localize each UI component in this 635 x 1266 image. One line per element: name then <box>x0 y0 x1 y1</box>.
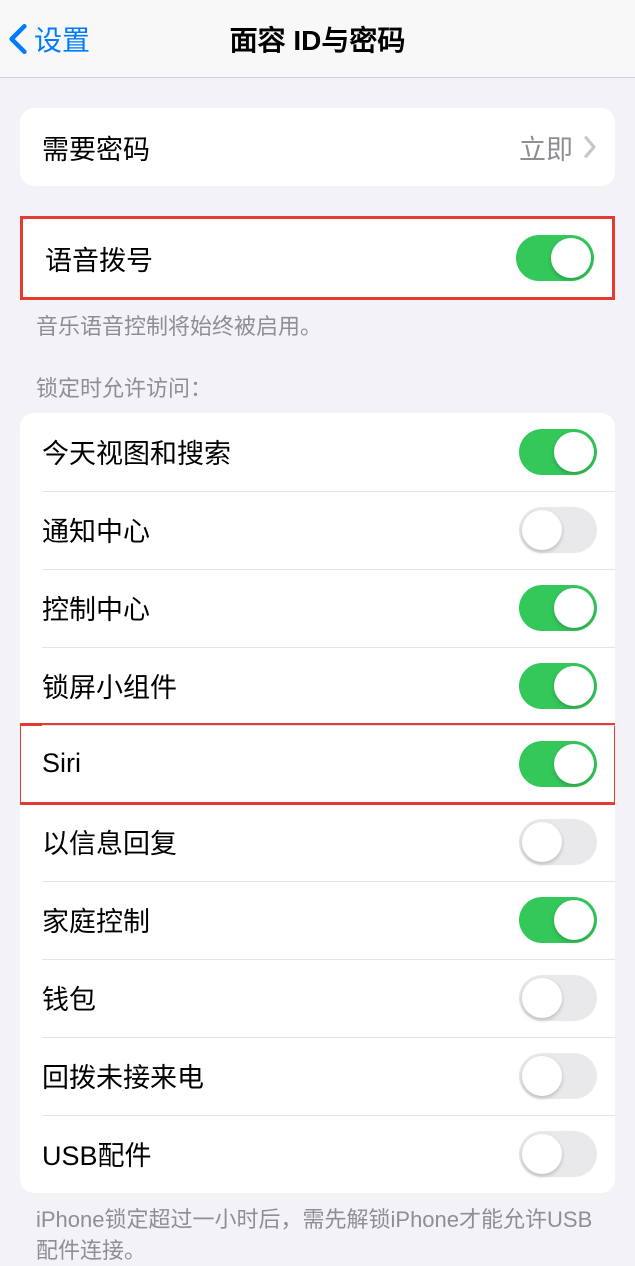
require-passcode-row[interactable]: 需要密码 立即 <box>20 108 615 186</box>
toggle-knob <box>522 1134 562 1174</box>
lock-access-toggle[interactable] <box>519 975 597 1021</box>
lock-access-row: 通知中心 <box>20 491 615 569</box>
lock-access-toggle[interactable] <box>519 507 597 553</box>
lock-access-label: 以信息回复 <box>42 822 519 861</box>
lock-access-label: 钱包 <box>42 978 519 1017</box>
chevron-right-icon <box>583 135 597 159</box>
lock-access-toggle[interactable] <box>519 663 597 709</box>
back-button[interactable]: 设置 <box>8 19 90 59</box>
chevron-left-icon <box>8 23 28 55</box>
lock-access-row: 家庭控制 <box>20 881 615 959</box>
lock-access-row: 锁屏小组件 <box>20 647 615 725</box>
lock-access-toggle[interactable] <box>519 1053 597 1099</box>
toggle-knob <box>522 1056 562 1096</box>
require-passcode-label: 需要密码 <box>42 128 519 167</box>
lock-access-row: Siri <box>20 725 615 803</box>
lock-access-label: 锁屏小组件 <box>42 666 519 705</box>
voice-dial-row: 语音拨号 <box>23 219 612 297</box>
toggle-knob <box>522 510 562 550</box>
lock-access-row: 今天视图和搜索 <box>20 413 615 491</box>
toggle-knob <box>522 978 562 1018</box>
lock-access-footer: iPhone锁定超过一小时后，需先解锁iPhone才能允许USB配件连接。 <box>36 1205 599 1266</box>
lock-access-label: Siri <box>42 748 519 779</box>
lock-access-label: 控制中心 <box>42 588 519 627</box>
lock-access-label: 今天视图和搜索 <box>42 432 519 471</box>
toggle-knob <box>554 666 594 706</box>
page-title: 面容 ID与密码 <box>0 19 635 59</box>
navbar: 设置 面容 ID与密码 <box>0 0 635 78</box>
toggle-knob <box>554 900 594 940</box>
lock-access-row: 回拨未接来电 <box>20 1037 615 1115</box>
lock-access-toggle[interactable] <box>519 897 597 943</box>
toggle-knob <box>554 588 594 628</box>
lock-access-toggle[interactable] <box>519 1131 597 1177</box>
require-passcode-value: 立即 <box>519 128 573 167</box>
lock-access-group: 今天视图和搜索通知中心控制中心锁屏小组件 Siri 以信息回复家庭控制钱包回拨未接来… <box>20 413 615 1193</box>
voice-dial-label: 语音拨号 <box>45 239 516 278</box>
toggle-knob <box>551 238 591 278</box>
lock-access-toggle[interactable] <box>519 585 597 631</box>
lock-access-label: 回拨未接来电 <box>42 1056 519 1095</box>
back-label: 设置 <box>34 19 90 59</box>
toggle-knob <box>522 822 562 862</box>
lock-access-toggle[interactable] <box>519 429 597 475</box>
lock-access-label: 家庭控制 <box>42 900 519 939</box>
lock-access-label: 通知中心 <box>42 510 519 549</box>
voice-dial-toggle[interactable] <box>516 235 594 281</box>
toggle-knob <box>554 744 594 784</box>
passcode-group: 需要密码 立即 <box>20 108 615 186</box>
lock-access-toggle[interactable] <box>519 819 597 865</box>
voice-dial-group: 语音拨号 <box>20 216 615 300</box>
lock-access-label: USB配件 <box>42 1134 519 1173</box>
lock-access-row: USB配件 <box>20 1115 615 1193</box>
lock-access-header: 锁定时允许访问： <box>36 371 599 403</box>
lock-access-toggle[interactable] <box>519 741 597 787</box>
voice-dial-footer: 音乐语音控制将始终被启用。 <box>36 312 599 343</box>
lock-access-row: 控制中心 <box>20 569 615 647</box>
toggle-knob <box>554 432 594 472</box>
lock-access-row: 以信息回复 <box>20 803 615 881</box>
lock-access-row: 钱包 <box>20 959 615 1037</box>
